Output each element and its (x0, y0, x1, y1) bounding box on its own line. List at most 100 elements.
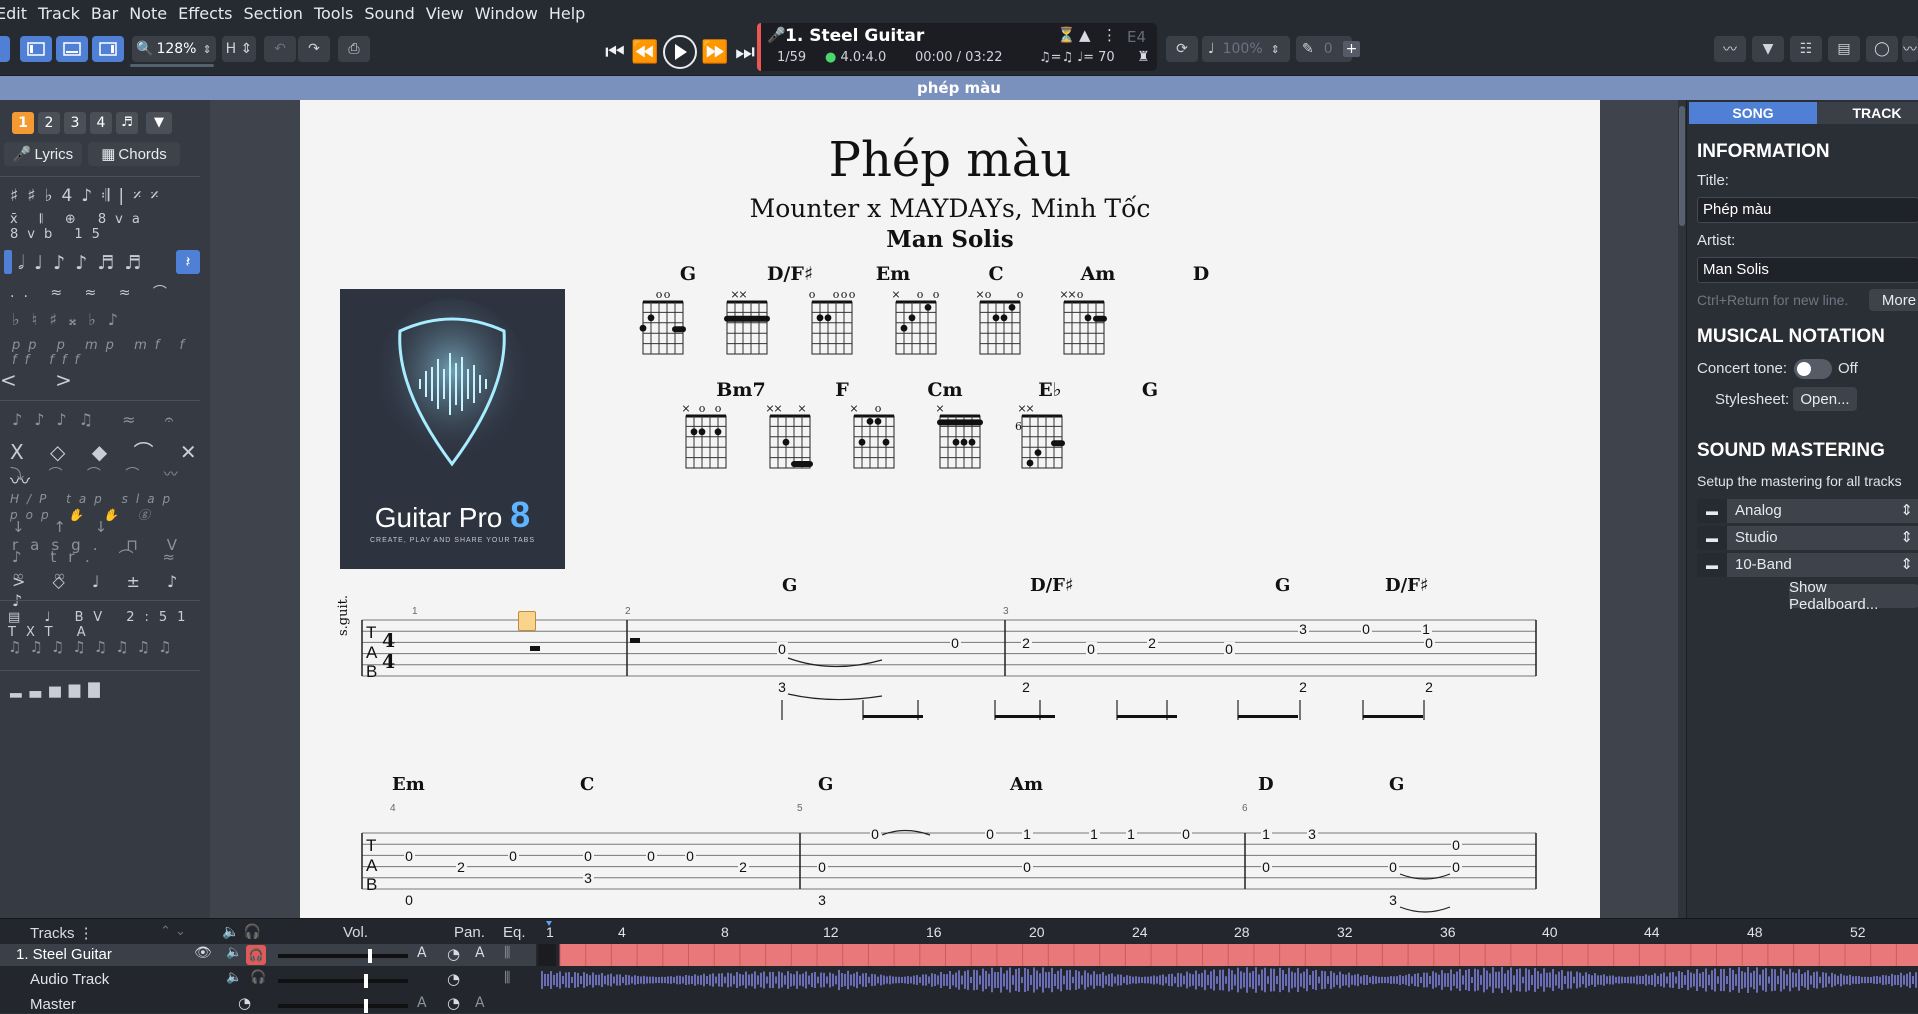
track-row-steel-guitar[interactable]: 1. Steel Guitar 👁 🔈 🎧 A ◔ A ⫼ (0, 944, 536, 966)
mute-icon[interactable]: 🔈 (226, 945, 242, 960)
rest-button[interactable]: 𝄽 (176, 250, 200, 274)
speed-control[interactable]: ♩ 100% ⇕ (1202, 36, 1290, 62)
tab-track[interactable]: TRACK (1817, 102, 1918, 124)
stylesheet-open-button[interactable]: Open... (1793, 387, 1857, 411)
menu-edit[interactable]: Edit (0, 4, 38, 23)
volume-slider[interactable] (278, 949, 408, 963)
zoom-control[interactable]: 🔍 128% ⇕ (132, 36, 216, 62)
key-signature-tools[interactable]: ♯♯♭4♪𝄇|𝄎𝄎 (10, 186, 168, 206)
print-button[interactable]: ⎙ (338, 36, 370, 62)
velocity-tools[interactable]: ▂▃▅▆▇ (10, 680, 108, 698)
menu-sound[interactable]: Sound (364, 4, 425, 23)
tab-song[interactable]: SONG (1689, 102, 1817, 124)
mastering-studio[interactable]: ▬ Studio ⇕ (1697, 526, 1918, 550)
accidental-tools[interactable]: ♭♮♯𝄪♭♪ (12, 310, 130, 330)
chords-button[interactable]: ▦ Chords (88, 142, 180, 166)
panel-toggle-button[interactable] (0, 36, 10, 62)
title-field[interactable]: Phép màu (1697, 197, 1918, 223)
fretboard-button[interactable]: ▤ (1828, 36, 1860, 62)
more-icon[interactable]: ⋮ (1102, 26, 1117, 44)
volume-slider[interactable] (278, 999, 408, 1013)
undo-button[interactable]: ↶ (264, 36, 296, 62)
mastering-select[interactable]: 10-Band ⇕ (1727, 553, 1918, 577)
mastering-analog[interactable]: ▬ Analog ⇕ (1697, 499, 1918, 523)
forward-icon[interactable]: ⏩ (700, 40, 730, 65)
lcd-track-name[interactable]: 1. Steel Guitar (785, 26, 924, 46)
automation-icon[interactable]: A (417, 945, 427, 961)
mixer-button[interactable]: 〰 (1902, 36, 1918, 62)
mute-icon[interactable]: 🔈 (226, 970, 242, 985)
beam-tools[interactable]: ♫♫♫♫♫♫♫♫ (8, 638, 180, 656)
track-name[interactable]: Audio Track (30, 971, 109, 988)
pan-knob-icon[interactable]: ◔ (447, 945, 460, 963)
more-icon[interactable]: ⋮ (79, 925, 94, 942)
eye-icon[interactable]: 👁 (194, 945, 212, 961)
menu-note[interactable]: Note (129, 4, 178, 23)
automation-icon[interactable]: A (475, 995, 485, 1011)
metronome-icon[interactable]: ▲ (1079, 26, 1091, 44)
pan-knob-icon[interactable]: ◔ (447, 994, 460, 1012)
effect-tools-row1[interactable]: ♪♪♪♫ ≈ 𝄐 (12, 410, 185, 430)
drum-button[interactable]: ◯ (1866, 36, 1898, 62)
menu-tools[interactable]: Tools (314, 4, 364, 23)
zoom-slider[interactable] (130, 64, 214, 67)
collapse-icon[interactable]: ▼ (146, 112, 172, 134)
eq-icon[interactable]: ⫼ (504, 945, 510, 961)
horizontal-view-button[interactable] (56, 36, 88, 62)
plus-icon[interactable]: + (1342, 41, 1361, 57)
pick-button[interactable]: ▼ (1752, 36, 1784, 62)
voice-2-button[interactable]: 2 (38, 112, 60, 134)
show-pedalboard-button[interactable]: Show Pedalboard... (1789, 579, 1918, 613)
mastering-10band[interactable]: ▬ 10-Band ⇕ (1697, 553, 1918, 577)
tracks-header[interactable]: Tracks ⋮ (30, 924, 94, 942)
pan-knob-icon[interactable]: ◔ (447, 970, 460, 988)
vertical-scrollbar[interactable] (1678, 100, 1686, 918)
capo-control[interactable]: ✎ 0 + (1296, 36, 1361, 62)
track-name[interactable]: 1. Steel Guitar (16, 946, 112, 963)
dynamic-tools[interactable]: pp p mp mf f ff fff (12, 338, 210, 368)
cursor-selection[interactable] (518, 611, 536, 631)
solo-headphone-icon[interactable]: 🎧 (246, 945, 266, 965)
voice-1-button[interactable]: 1 (12, 112, 34, 134)
scrollbar-thumb[interactable] (1679, 106, 1685, 226)
volume-slider[interactable] (278, 974, 408, 988)
track-regions[interactable] (538, 944, 1918, 994)
voice-3-button[interactable]: 3 (64, 112, 86, 134)
menu-help[interactable]: Help (549, 4, 596, 23)
play-button[interactable] (663, 35, 697, 69)
voice-4-button[interactable]: 4 (90, 112, 112, 134)
menu-window[interactable]: Window (475, 4, 549, 23)
track-row-master[interactable]: Master ◔ A ◔ A (0, 994, 536, 1014)
audio-wave-button[interactable]: 〰 (1714, 36, 1746, 62)
rewind-icon[interactable]: ⏪ (630, 40, 660, 65)
keyboard-button[interactable]: ☷ (1790, 36, 1822, 62)
menu-effects[interactable]: Effects (178, 4, 243, 23)
automation-icon[interactable]: A (417, 995, 427, 1011)
artist-field[interactable]: Man Solis (1697, 257, 1918, 283)
effect-tools-row3[interactable]: ⤵ ⌒ ⌒ ⌒ 〰 (10, 464, 188, 484)
go-end-icon[interactable]: ⏭ (730, 40, 760, 65)
duration-tools[interactable]: 𝅗𝅥♩♪♪♬♬ (18, 252, 151, 274)
vertical-view-button[interactable] (92, 36, 124, 62)
loop-button[interactable]: ⟳ (1166, 36, 1198, 62)
page-view-button[interactable] (20, 36, 52, 62)
menu-section[interactable]: Section (243, 4, 313, 23)
dot-tools[interactable]: .. ≈ ≈ ≈ ⌒ (10, 282, 176, 302)
automation-icon[interactable]: A (475, 945, 485, 961)
hairpin-tools[interactable]: < > (0, 368, 88, 392)
repeat-tools[interactable]: x̄ 𝄃 ⊕ 8va 8vb 15 (10, 212, 210, 242)
menu-track[interactable]: Track (38, 4, 91, 23)
effect-tools-row7[interactable]: > ◇ ♩ ± ♪ ♪ (12, 572, 210, 610)
menu-view[interactable]: View (426, 4, 475, 23)
mastering-select[interactable]: Analog ⇕ (1727, 499, 1918, 523)
lyrics-button[interactable]: 🎤 Lyrics (4, 142, 82, 166)
text-tools[interactable]: ▤ ♩ BV 2:51 TXT A (8, 610, 210, 640)
track-name[interactable]: Master (30, 996, 76, 1013)
eq-icon[interactable]: ⫼ (504, 970, 510, 986)
master-knob-icon[interactable]: ◔ (238, 994, 251, 1012)
sort-arrows-icon[interactable]: ⌃ ⌄ (160, 924, 186, 939)
layout-button[interactable]: H ⇕ (222, 36, 256, 62)
redo-button[interactable]: ↷ (298, 36, 330, 62)
mastering-select[interactable]: Studio ⇕ (1727, 526, 1918, 550)
track-row-audio[interactable]: Audio Track 🔈 🎧 ◔ ⫼ (0, 969, 536, 991)
